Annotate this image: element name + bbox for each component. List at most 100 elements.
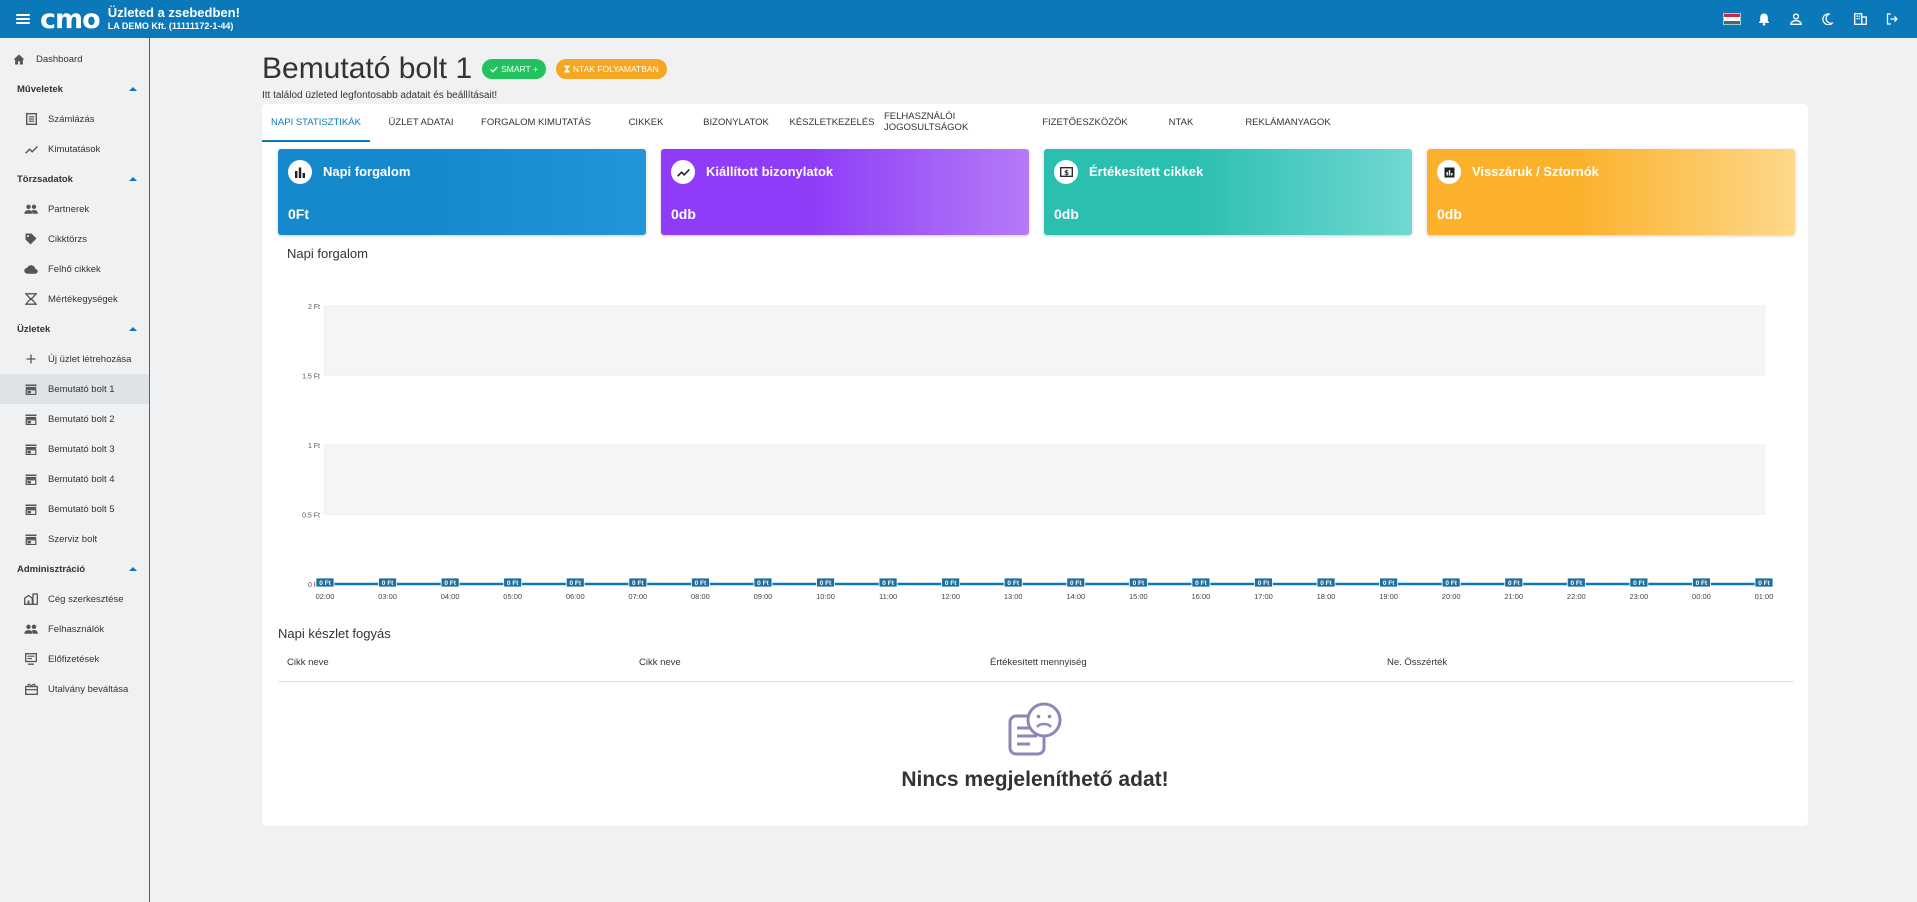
- sidebar-item-kimutatasok[interactable]: Kimutatások: [0, 134, 149, 164]
- data-label: 0 Ft: [1258, 580, 1270, 587]
- main-card: NAPI STATISZTIKÁK ÜZLET ADATAI FORGALOM KI…: [262, 104, 1808, 826]
- menu-icon[interactable]: [16, 14, 30, 24]
- data-label: 0 Ft: [882, 580, 894, 587]
- sidebar-item-label: Számlázás: [48, 113, 95, 125]
- tab-keszletkezeles[interactable]: KÉSZLETKEZELÉS: [780, 104, 884, 142]
- sidebar-section-title: Műveletek: [17, 83, 63, 95]
- sidebar-section-uzletek[interactable]: Üzletek: [0, 314, 149, 344]
- column-header[interactable]: Cikk neve: [639, 657, 681, 668]
- smart-badge-label: SMART +: [501, 64, 538, 74]
- stat-label: Kiállított bizonylatok: [706, 164, 834, 179]
- sidebar-item-szerviz-bolt[interactable]: Szerviz bolt: [0, 524, 149, 554]
- x-tick-label: 05:00: [503, 592, 522, 601]
- bar-chart-icon: [288, 160, 312, 184]
- tab-fizetoeszkozok[interactable]: FIZETŐESZKÖZÖK: [1032, 104, 1138, 142]
- logout-icon[interactable]: [1883, 10, 1901, 28]
- sidebar-item-label: Partnerek: [48, 203, 90, 215]
- data-label: 0 Ft: [632, 580, 644, 587]
- x-tick-label: 21:00: [1504, 592, 1523, 601]
- tab-bizonylatok[interactable]: BIZONYLATOK: [692, 104, 780, 142]
- sidebar-item-bemutato-bolt-3[interactable]: Bemutató bolt 3: [0, 434, 149, 464]
- sidebar-item-partnerek[interactable]: Partnerek: [0, 194, 149, 224]
- sidebar-item-felhasznalok[interactable]: Felhasználók: [0, 614, 149, 644]
- trend-icon: [671, 160, 695, 184]
- sidebar-item-ceg-szerkesztese[interactable]: Cég szerkesztése: [0, 584, 149, 614]
- tab-cikkek[interactable]: CIKKEK: [600, 104, 692, 142]
- moon-icon[interactable]: [1819, 10, 1837, 28]
- logo[interactable]: cmo: [40, 6, 101, 33]
- y-tick-label: 2 Ft: [308, 304, 320, 311]
- bell-icon[interactable]: [1755, 10, 1773, 28]
- building-icon[interactable]: [1851, 10, 1869, 28]
- sidebar-item-uj-uzlet-letrehozasa[interactable]: Új üzlet létrehozása: [0, 344, 149, 374]
- sidebar-item-cikktorzs[interactable]: Cikktörzs: [0, 224, 149, 254]
- company-icon: [24, 592, 38, 606]
- hungarian-flag-icon[interactable]: [1723, 10, 1741, 28]
- sidebar-item-label: Cég szerkesztése: [48, 593, 124, 605]
- x-tick-label: 12:00: [941, 592, 960, 601]
- stock-section-title: Napi készlet fogyás: [278, 626, 391, 641]
- sidebar-section-title: Üzletek: [17, 323, 51, 335]
- x-tick-label: 00:00: [1692, 592, 1711, 601]
- home-icon: [12, 52, 26, 66]
- people-icon: [24, 202, 38, 216]
- empty-state-text: Nincs megjeleníthető adat!: [901, 768, 1169, 791]
- sidebar-section-torzsadatok[interactable]: Törzsadatok: [0, 164, 149, 194]
- sidebar-item-dashboard[interactable]: Dashboard: [0, 44, 149, 74]
- tab-napi-statisztikak[interactable]: NAPI STATISZTIKÁK: [262, 104, 370, 142]
- sidebar-section-muveletek[interactable]: Műveletek: [0, 74, 149, 104]
- sidebar-item-label: Szerviz bolt: [48, 533, 98, 545]
- chart-svg: 0 Ft 0.5 Ft 1 Ft 1.5 Ft 2 Ft 0 Ft 02:00 0 Ft 03:…: [302, 304, 1774, 601]
- stat-value: 0db: [1437, 206, 1462, 222]
- plus-icon: [24, 352, 38, 366]
- user-icon[interactable]: [1787, 10, 1805, 28]
- x-tick-label: 02:00: [316, 592, 335, 601]
- tab-ntak[interactable]: NTAK: [1138, 104, 1224, 142]
- x-tick-label: 23:00: [1629, 592, 1648, 601]
- sidebar-item-felho-cikkek[interactable]: Felhő cikkek: [0, 254, 149, 284]
- tab-forgalom-kimutatas[interactable]: FORGALOM KIMUTATÁS: [472, 104, 600, 142]
- store-icon: [24, 532, 38, 546]
- stat-label: Napi forgalom: [323, 164, 411, 179]
- data-label: 0 Ft: [1571, 580, 1583, 587]
- x-tick-label: 08:00: [691, 592, 710, 601]
- sidebar-item-szamlazas[interactable]: Számlázás: [0, 104, 149, 134]
- sidebar-item-label: Mértékegységek: [48, 293, 118, 305]
- gift-icon: [24, 682, 38, 696]
- data-label: 0 Ft: [1758, 580, 1770, 587]
- tab-felhasznaloi-jogosultsagok[interactable]: FELHASZNÁLÓI JOGOSULTSÁGOK: [884, 104, 1032, 142]
- tab-reklamanyagok[interactable]: REKLÁMANYAGOK: [1224, 104, 1352, 142]
- data-label: 0 Ft: [1070, 580, 1082, 587]
- brand-title: Üzleted a zsebedben!: [107, 5, 240, 21]
- sidebar-item-bemutato-bolt-2[interactable]: Bemutató bolt 2: [0, 404, 149, 434]
- stat-value: 0db: [1054, 206, 1079, 222]
- data-label: 0 Ft: [1320, 580, 1332, 587]
- sidebar-section-title: Adminisztráció: [17, 563, 86, 575]
- sidebar-item-bemutato-bolt-1[interactable]: Bemutató bolt 1: [0, 374, 149, 404]
- sidebar-item-utalvany-bevaltasa[interactable]: Utalvány beváltása: [0, 674, 149, 704]
- data-label: 0 Ft: [569, 580, 581, 587]
- sidebar-item-bemutato-bolt-5[interactable]: Bemutató bolt 5: [0, 494, 149, 524]
- sidebar-item-label: Dashboard: [36, 53, 83, 65]
- tab-uzlet-adatai[interactable]: ÜZLET ADATAI: [370, 104, 472, 142]
- stat-card-kiallitott-bizonylatok: Kiállított bizonylatok 0db: [661, 149, 1029, 235]
- column-header[interactable]: Cikk neve: [287, 657, 329, 668]
- top-bar: cmo Üzleted a zsebedben! LA DEMO Kft. (1…: [0, 0, 1917, 38]
- y-tick-label: 1.5 Ft: [302, 374, 320, 381]
- sidebar-item-mertekegysegek[interactable]: Mértékegységek: [0, 284, 149, 314]
- sidebar-item-bemutato-bolt-4[interactable]: Bemutató bolt 4: [0, 464, 149, 494]
- data-label: 0 Ft: [319, 580, 331, 587]
- page-header: Bemutató bolt 1 SMART + NTAK FOLYAMATBAN: [262, 52, 667, 86]
- x-tick-label: 18:00: [1317, 592, 1336, 601]
- column-header[interactable]: Értékesített mennyiség: [990, 657, 1087, 668]
- ntak-badge-label: NTAK FOLYAMATBAN: [572, 64, 659, 74]
- people-icon: [24, 622, 38, 636]
- money-icon: $: [1054, 160, 1078, 184]
- stat-card-visszaruk-sztornok: Visszáruk / Sztornók 0db: [1427, 149, 1795, 235]
- column-header[interactable]: Ne. Összérték: [1387, 657, 1447, 668]
- sidebar-section-title: Törzsadatok: [17, 173, 73, 185]
- sidebar-section-adminisztracio[interactable]: Adminisztráció: [0, 554, 149, 584]
- stat-value: 0db: [671, 206, 696, 222]
- sidebar-item-elofizetesek[interactable]: Előfizetések: [0, 644, 149, 674]
- sidebar-item-label: Bemutató bolt 1: [48, 383, 115, 395]
